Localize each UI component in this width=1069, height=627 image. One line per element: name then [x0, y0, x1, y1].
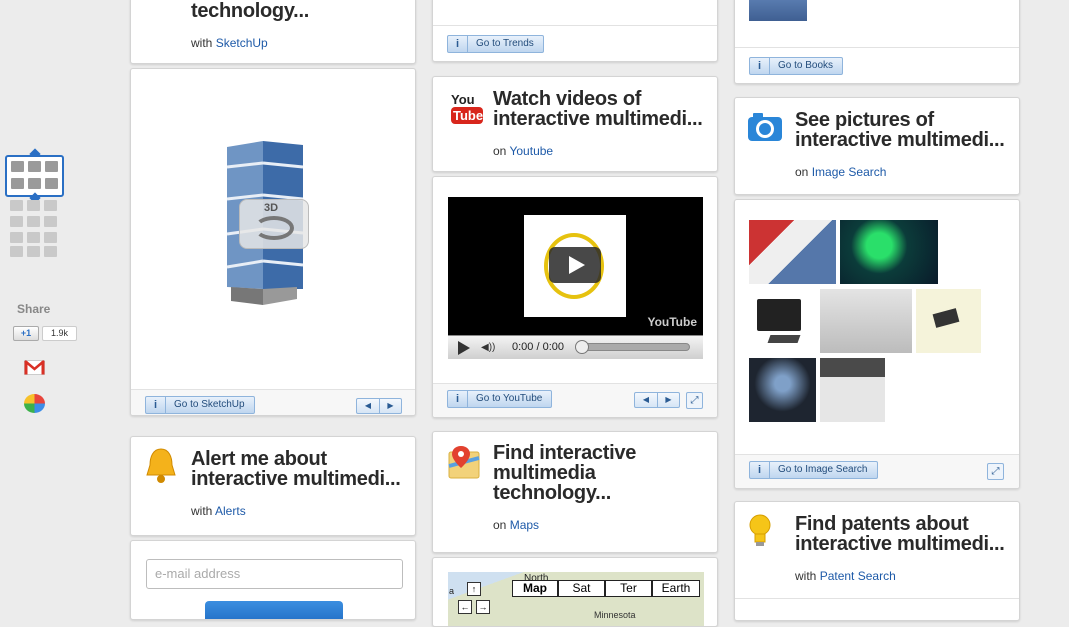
email-input[interactable]: e-mail address: [146, 559, 403, 589]
maps-link[interactable]: Maps: [510, 518, 539, 532]
go-to-sketchup-button[interactable]: i Go to SketchUp: [145, 396, 255, 414]
image-result[interactable]: [749, 358, 816, 422]
layout-selector[interactable]: [10, 200, 60, 260]
patents-title-line2: interactive multimedi...: [795, 533, 1005, 555]
youtube-footer: i Go to YouTube ◀ ▶ ⤢: [433, 383, 717, 417]
maps-card-header: Find interactive multimedia technology..…: [432, 431, 718, 553]
map-view[interactable]: a North Minnesota ↑ ← → Map Sat Ter Eart…: [448, 572, 704, 626]
youtube-card-header: You Tube Watch videos of interactive mul…: [432, 76, 718, 172]
image-result[interactable]: [820, 358, 885, 422]
pan-left-icon[interactable]: ←: [458, 600, 472, 614]
maps-card-body: a North Minnesota ↑ ← → Map Sat Ter Eart…: [432, 557, 718, 627]
youtube-pager[interactable]: ◀ ▶: [634, 392, 680, 408]
seek-handle[interactable]: [575, 340, 589, 354]
book-thumbnail[interactable]: [749, 0, 807, 21]
map-type-sat[interactable]: Sat: [558, 580, 605, 597]
images-link[interactable]: Image Search: [812, 165, 887, 179]
map-type-ter[interactable]: Ter: [605, 580, 652, 597]
maps-icon: [448, 446, 480, 479]
share-label: Share: [17, 302, 51, 316]
go-to-books-button[interactable]: i Go to Books: [749, 57, 844, 75]
images-card-body: i Go to Image Search ⤢: [734, 199, 1020, 489]
play-icon[interactable]: [458, 341, 470, 355]
video-time: 0:00 / 0:00: [512, 341, 564, 353]
images-expand-icon[interactable]: ⤢: [987, 463, 1004, 480]
sketchup-card-header: technology... with SketchUp: [130, 0, 416, 64]
books-card: i Go to Books: [734, 0, 1020, 84]
go-to-image-search-button[interactable]: i Go to Image Search: [749, 461, 878, 479]
sketchup-pager[interactable]: ◀ ▶: [356, 398, 402, 414]
maps-via: on Maps: [493, 518, 540, 532]
patents-card-header: Find patents about interactive multimedi…: [734, 501, 1020, 621]
bell-icon: [146, 448, 176, 483]
buzz-icon[interactable]: [24, 394, 45, 413]
map-type-earth[interactable]: Earth: [652, 580, 700, 597]
alerts-via: with Alerts: [191, 504, 246, 518]
image-result[interactable]: [840, 220, 938, 284]
image-result[interactable]: [820, 289, 912, 353]
seek-bar[interactable]: [575, 340, 690, 354]
alerts-submit-button[interactable]: [205, 601, 343, 619]
images-title-line1: See pictures of: [795, 109, 934, 131]
map-type-map[interactable]: Map: [512, 580, 558, 597]
go-to-youtube-button[interactable]: i Go to YouTube: [447, 390, 553, 408]
youtube-icon: You Tube: [451, 92, 484, 124]
sketchup-link[interactable]: SketchUp: [216, 36, 268, 50]
pan-right-icon[interactable]: →: [476, 600, 490, 614]
youtube-title-line1: Watch videos of: [493, 88, 642, 110]
sketchup-title: technology...: [191, 0, 309, 22]
layout-selector-active[interactable]: [5, 155, 64, 197]
images-card-header: See pictures of interactive multimedi...…: [734, 97, 1020, 195]
player-controls: ◀)) 0:00 / 0:00: [448, 335, 703, 359]
alerts-card-header: Alert me about interactive multimedi... …: [130, 436, 416, 536]
volume-icon[interactable]: ◀)): [481, 342, 501, 354]
trends-card: i Go to Trends: [432, 0, 718, 62]
camera-icon: [748, 113, 782, 141]
youtube-title-line2: interactive multimedi...: [493, 108, 703, 130]
images-title-line2: interactive multimedi...: [795, 129, 1005, 151]
patents-link[interactable]: Patent Search: [820, 569, 896, 583]
maps-title-line3: technology...: [493, 482, 611, 504]
alerts-link[interactable]: Alerts: [215, 504, 246, 518]
image-result[interactable]: [749, 220, 836, 284]
alerts-card-body: e-mail address: [130, 540, 416, 620]
video-player[interactable]: YouTube ◀)) 0:00 / 0:00: [448, 197, 703, 359]
sketchup-card-body: 3D i Go to SketchUp ◀ ▶: [130, 68, 416, 416]
youtube-card-body: YouTube ◀)) 0:00 / 0:00 i Go to YouTube ◀…: [432, 176, 718, 418]
plusone-button[interactable]: +1: [13, 326, 39, 341]
image-result[interactable]: [749, 289, 816, 353]
images-footer: i Go to Image Search ⤢: [735, 454, 1019, 488]
alerts-title-line1: Alert me about: [191, 448, 327, 470]
play-overlay-icon[interactable]: [549, 247, 601, 283]
gmail-icon[interactable]: [24, 360, 45, 375]
lightbulb-icon: [749, 514, 771, 546]
youtube-watermark: YouTube: [647, 315, 697, 329]
youtube-via: on Youtube: [493, 144, 554, 158]
pan-up-icon[interactable]: ↑: [467, 582, 481, 596]
go-to-trends-button[interactable]: i Go to Trends: [447, 35, 544, 53]
youtube-link[interactable]: Youtube: [509, 144, 553, 158]
youtube-expand-icon[interactable]: ⤢: [686, 392, 703, 409]
sketchup-via: with SketchUp: [191, 36, 268, 50]
rotate-3d-icon[interactable]: 3D: [239, 199, 309, 249]
image-result[interactable]: [916, 289, 981, 353]
sketchup-footer: i Go to SketchUp ◀ ▶: [131, 389, 415, 415]
share-count: 1.9k: [42, 326, 77, 341]
patents-via: with Patent Search: [795, 569, 896, 583]
images-via: on Image Search: [795, 165, 887, 179]
maps-title-line2: multimedia: [493, 462, 596, 484]
alerts-title-line2: interactive multimedi...: [191, 468, 401, 490]
maps-title-line1: Find interactive: [493, 442, 637, 464]
patents-title-line1: Find patents about: [795, 513, 969, 535]
